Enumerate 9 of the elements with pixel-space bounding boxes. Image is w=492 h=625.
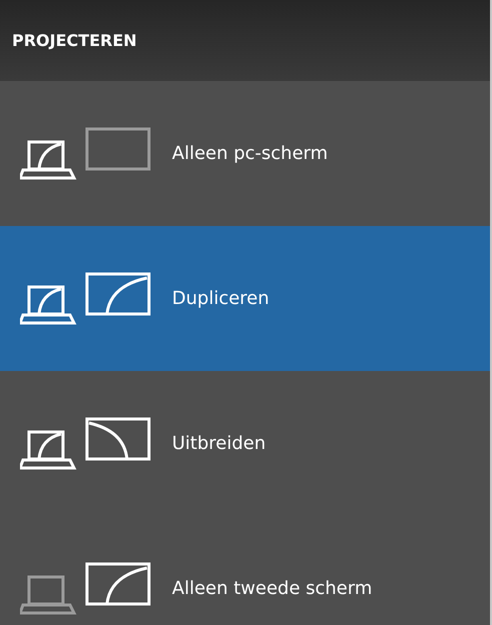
laptop-and-monitor-icon	[20, 272, 152, 326]
projection-option[interactable]: Alleen pc-scherm	[0, 81, 490, 226]
laptop-and-monitor-icon	[20, 562, 152, 616]
projection-option[interactable]: Dupliceren	[0, 226, 490, 371]
projection-option[interactable]: Uitbreiden	[0, 371, 490, 516]
laptop-and-monitor-icon	[20, 416, 152, 470]
laptop-and-monitor-icon	[20, 126, 152, 180]
projection-option[interactable]: Alleen tweede scherm	[0, 516, 490, 625]
pane-title: PROJECTEREN	[12, 31, 137, 50]
